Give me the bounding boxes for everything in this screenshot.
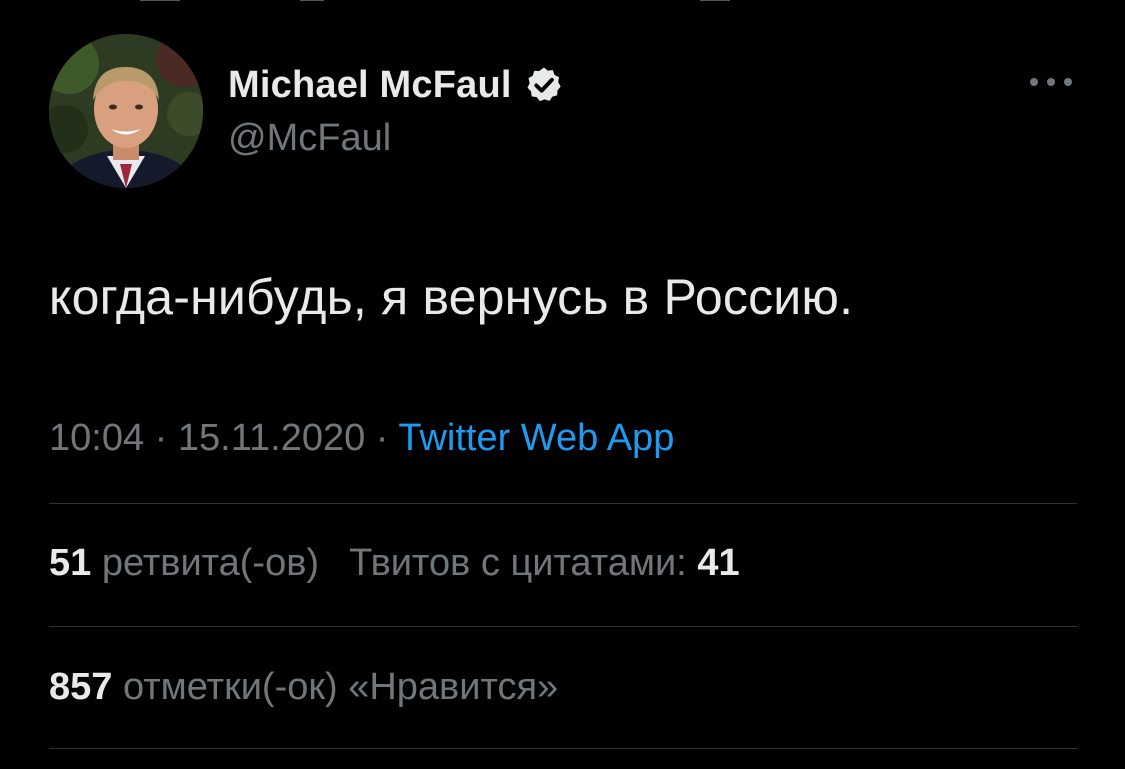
tweet-date[interactable]: 15.11.2020 xyxy=(178,417,365,459)
tweet-time[interactable]: 10:04 xyxy=(49,417,144,459)
meta-separator: · xyxy=(365,417,399,459)
tweet-text: когда-нибудь, я вернусь в Россию. xyxy=(49,269,854,325)
divider xyxy=(49,626,1077,627)
likes-label: отметки(-ок) «Нравится» xyxy=(122,666,559,708)
engagement-row: 51 ретвита(-ов) Твитов с цитатами: 41 xyxy=(49,542,740,585)
retweets-count: 51 xyxy=(49,542,92,584)
more-horizontal-icon[interactable] xyxy=(1028,70,1074,94)
likes-row: 857 отметки(-ок) «Нравится» xyxy=(49,666,558,709)
avatar[interactable] xyxy=(49,34,203,188)
profile-photo xyxy=(49,34,203,188)
tweet-metadata: 10:04 · 15.11.2020 · Twitter Web App xyxy=(49,417,674,460)
verified-badge-icon xyxy=(527,67,561,102)
author-display-name[interactable]: Michael McFaul xyxy=(228,64,512,107)
previous-content-edge xyxy=(0,0,1125,4)
tweet-source-link[interactable]: Twitter Web App xyxy=(398,417,674,459)
quotes-count: 41 xyxy=(697,542,740,584)
author-handle[interactable]: @McFaul xyxy=(228,117,391,160)
retweets-label: ретвита(-ов) xyxy=(101,542,320,584)
likes-count: 857 xyxy=(49,666,113,708)
likes-stat[interactable]: 857 отметки(-ок) «Нравится» xyxy=(49,666,558,708)
author-name-row[interactable]: Michael McFaul xyxy=(228,62,564,108)
quotes-label: Твитов с цитатами: xyxy=(349,542,687,584)
divider xyxy=(49,503,1077,504)
meta-separator: · xyxy=(144,417,178,459)
retweets-stat[interactable]: 51 ретвита(-ов) xyxy=(49,542,319,584)
quotes-stat[interactable]: Твитов с цитатами: 41 xyxy=(349,542,740,584)
divider xyxy=(49,748,1077,749)
